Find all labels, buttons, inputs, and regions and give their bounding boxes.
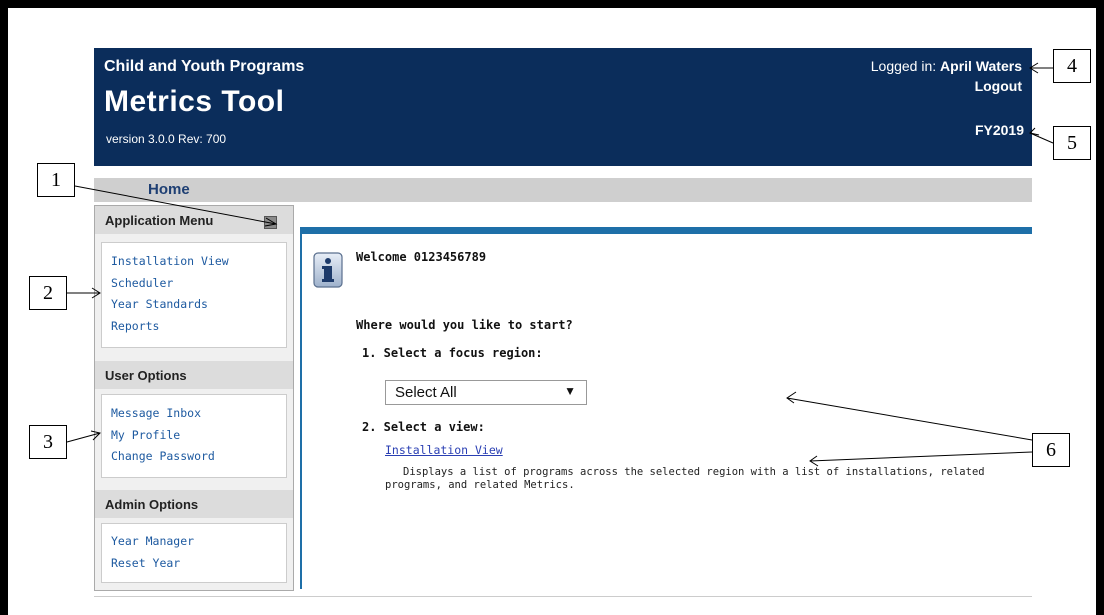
user-name: April Waters <box>940 58 1022 74</box>
logout-link[interactable]: Logout <box>975 78 1022 94</box>
admin-options-header: Admin Options <box>95 490 293 518</box>
start-question: Where would you like to start? <box>356 318 573 332</box>
welcome-message: Welcome 0123456789 <box>356 250 487 264</box>
menu-item-year-manager[interactable]: Year Manager <box>102 531 286 553</box>
menu-item-message-inbox[interactable]: Message Inbox <box>102 403 286 425</box>
callout-2: 2 <box>29 276 67 310</box>
footer-divider <box>94 596 1032 597</box>
step-1-label: 1. Select a focus region: <box>362 346 543 360</box>
application-menu-header: Application Menu <box>95 206 293 234</box>
dropdown-arrow-icon: ▼ <box>564 384 576 398</box>
content-top-border <box>300 227 1032 234</box>
callout-5: 5 <box>1053 126 1091 160</box>
app-header: Child and Youth Programs Metrics Tool ve… <box>94 48 1032 166</box>
version-label: version 3.0.0 Rev: 700 <box>106 132 227 146</box>
callout-3: 3 <box>29 425 67 459</box>
menu-item-my-profile[interactable]: My Profile <box>102 425 286 447</box>
user-options-menu: Message Inbox My Profile Change Password <box>101 394 287 478</box>
menu-item-installation-view[interactable]: Installation View <box>102 251 286 273</box>
org-name: Child and Youth Programs <box>104 58 305 75</box>
fiscal-year: FY2019 <box>974 122 1024 138</box>
menu-item-reports[interactable]: Reports <box>102 316 286 338</box>
logged-in-label: Logged in: <box>870 58 937 74</box>
info-icon <box>313 252 343 288</box>
callout-1: 1 <box>37 163 75 197</box>
callout-6: 6 <box>1032 433 1070 467</box>
user-options-header: User Options <box>95 361 293 389</box>
user-options-title: User Options <box>105 368 187 383</box>
view-description: Displays a list of programs across the s… <box>385 466 985 491</box>
installation-view-link[interactable]: Installation View <box>385 443 503 457</box>
menu-item-change-password[interactable]: Change Password <box>102 446 286 468</box>
step-2-label: 2. Select a view: <box>362 420 485 434</box>
nav-bar: Home <box>94 178 1032 202</box>
callout-4: 4 <box>1053 49 1091 83</box>
menu-item-scheduler[interactable]: Scheduler <box>102 273 286 295</box>
login-status: Logged in: April Waters <box>871 58 1022 74</box>
focus-region-select[interactable]: Select All ▼ <box>385 380 587 405</box>
home-tab[interactable]: Home <box>148 181 190 198</box>
application-menu-title: Application Menu <box>105 213 214 228</box>
content-left-border <box>300 234 302 589</box>
app-title: Metrics Tool <box>104 85 285 118</box>
focus-region-value: Select All <box>395 384 457 401</box>
menu-item-reset-year[interactable]: Reset Year <box>102 553 286 575</box>
collapse-menu-icon[interactable] <box>264 216 277 229</box>
admin-options-title: Admin Options <box>105 497 199 512</box>
menu-item-year-standards[interactable]: Year Standards <box>102 294 286 316</box>
application-menu: Installation View Scheduler Year Standar… <box>101 242 287 348</box>
sidebar: Application Menu Installation View Sched… <box>94 205 294 591</box>
admin-options-menu: Year Manager Reset Year <box>101 523 287 583</box>
